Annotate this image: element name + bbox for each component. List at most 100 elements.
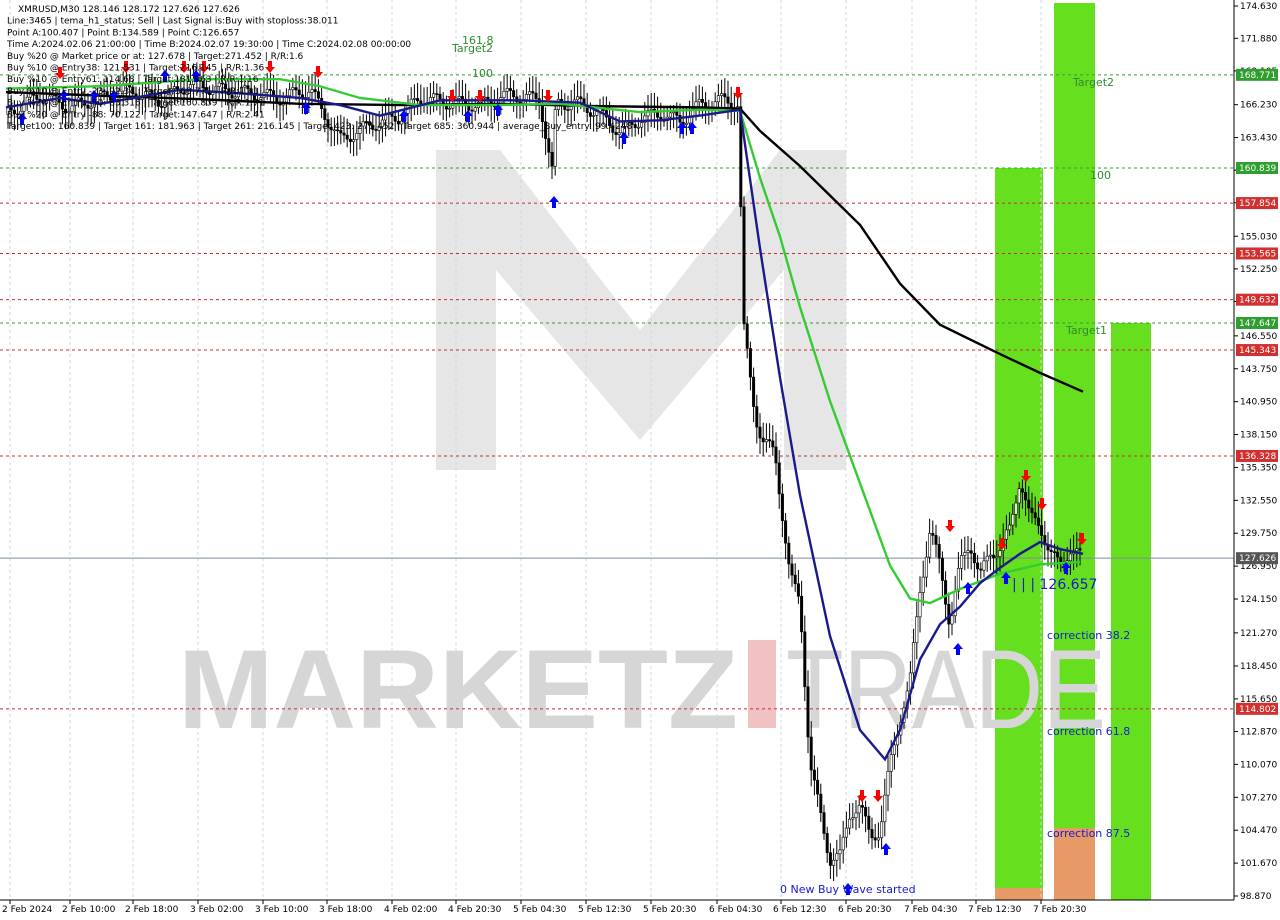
candle-body [1036,517,1040,526]
candle-body [988,554,992,557]
candle-body [588,112,592,117]
info-line: Line:3465 | tema_h1_status: Sell | Last … [7,17,338,27]
candle-body [518,101,522,104]
candle-body [928,533,932,558]
candle-body [857,805,861,814]
candle-body [944,580,948,605]
price-tag-label: 145.343 [1239,346,1276,356]
candle-body [316,91,320,99]
candle-body [998,550,1002,557]
candle-body [684,122,688,125]
candle-body [764,439,768,443]
candle-body [576,96,580,101]
time-tick-label: 7 Feb 12:30 [968,905,1022,915]
info-line: Buy %10 @ Entry38: 121.531 | Target:216.… [7,64,265,74]
candle-body [633,124,637,128]
candle-body [809,736,813,771]
candle-body [950,615,954,625]
target2-right-label: Target2 [1072,76,1114,89]
candle-body [758,426,762,439]
candle-body [355,133,359,140]
candle-body [793,574,797,585]
candle-body [915,616,919,643]
candle-body [1024,491,1028,501]
watermark: MARKETZ TRADE [178,150,1106,752]
candle-body [886,771,890,796]
candle-body [348,138,352,142]
chart-window[interactable]: MARKETZ TRADE Target2 161.8 100 Target2 … [0,0,1280,920]
candle-body [931,533,935,536]
candle-body [1008,524,1012,531]
candle-body [825,833,829,853]
candle-body [534,92,538,99]
candle-body [761,437,765,443]
candle-body [851,817,855,820]
candle-body [483,96,487,99]
candle-body [780,493,784,522]
buy-arrow-icon [881,843,891,855]
buy-arrow-icon [549,196,559,208]
candle-body [1020,488,1024,493]
candle-body [416,98,420,102]
time-axis: 2 Feb 2024 2 Feb 10:00 2 Feb 18:00 3 Feb 02… [2,900,1087,915]
candle-body [668,112,672,118]
candle-body [745,323,749,349]
candle-body [592,115,596,117]
price-tick-label: 171.880 [1240,34,1277,44]
zone-bar-1 [995,168,1043,901]
candle-body [531,91,535,94]
candle-body [995,556,999,559]
price-tick-label: 124.150 [1240,595,1277,605]
candle-body [832,859,836,866]
price-tag-label: 157.854 [1239,199,1276,209]
candle-body [876,837,880,841]
candle-body [956,568,960,592]
candle-body [864,807,868,817]
candle-body [796,583,800,597]
candle-body [889,754,893,772]
time-tick-label: 5 Feb 12:30 [578,905,632,915]
candle-body [524,94,528,100]
price-tick-label: 98.870 [1240,892,1272,902]
candle-body [1030,507,1034,514]
candle-body [870,829,874,839]
watermark-logo [436,150,846,470]
zone-bar-1-bottom [995,888,1043,900]
price-tag-label: 147.647 [1239,319,1276,329]
candle-body [716,95,720,103]
time-tick-label: 3 Feb 10:00 [255,905,309,915]
candle-body [393,116,397,122]
axes [0,0,1235,901]
candle-body [1017,488,1021,504]
candle-body [432,93,436,98]
candle-body [972,552,976,564]
candle-body [940,557,944,581]
fib-100-top-label: 100 [472,67,493,80]
candle-body [816,779,820,795]
candle-body [892,744,896,755]
candle-body [1049,549,1053,552]
time-tick-label: 2 Feb 10:00 [62,905,116,915]
candle-body [345,134,349,140]
grid [9,0,1042,900]
candle-body [470,109,474,112]
candle-body [617,132,621,135]
price-tick-label: 140.950 [1240,398,1277,408]
price-tick-label: 110.070 [1240,760,1277,770]
candle-body [1052,551,1056,553]
candle-body [553,109,557,167]
fib-161-label: 161.8 [462,34,494,47]
candle-body [803,631,807,688]
sell-arrow-icon [857,790,867,802]
price-tick-label: 107.270 [1240,793,1277,803]
candle-body [288,89,292,97]
info-line: XMRUSD,M30 128.146 128.172 127.626 127.6… [18,5,240,15]
candle-body [921,576,925,593]
info-line: Buy %20 @ Market price or at: 127.678 | … [7,52,304,62]
candle-body [969,550,973,554]
time-tick-label: 7 Feb 04:30 [904,905,958,915]
candle-body [1004,529,1008,540]
price-chart[interactable]: MARKETZ TRADE Target2 161.8 100 Target2 … [0,0,1280,920]
candle-body [787,542,791,565]
watermark-left: MARKETZ [178,627,738,752]
